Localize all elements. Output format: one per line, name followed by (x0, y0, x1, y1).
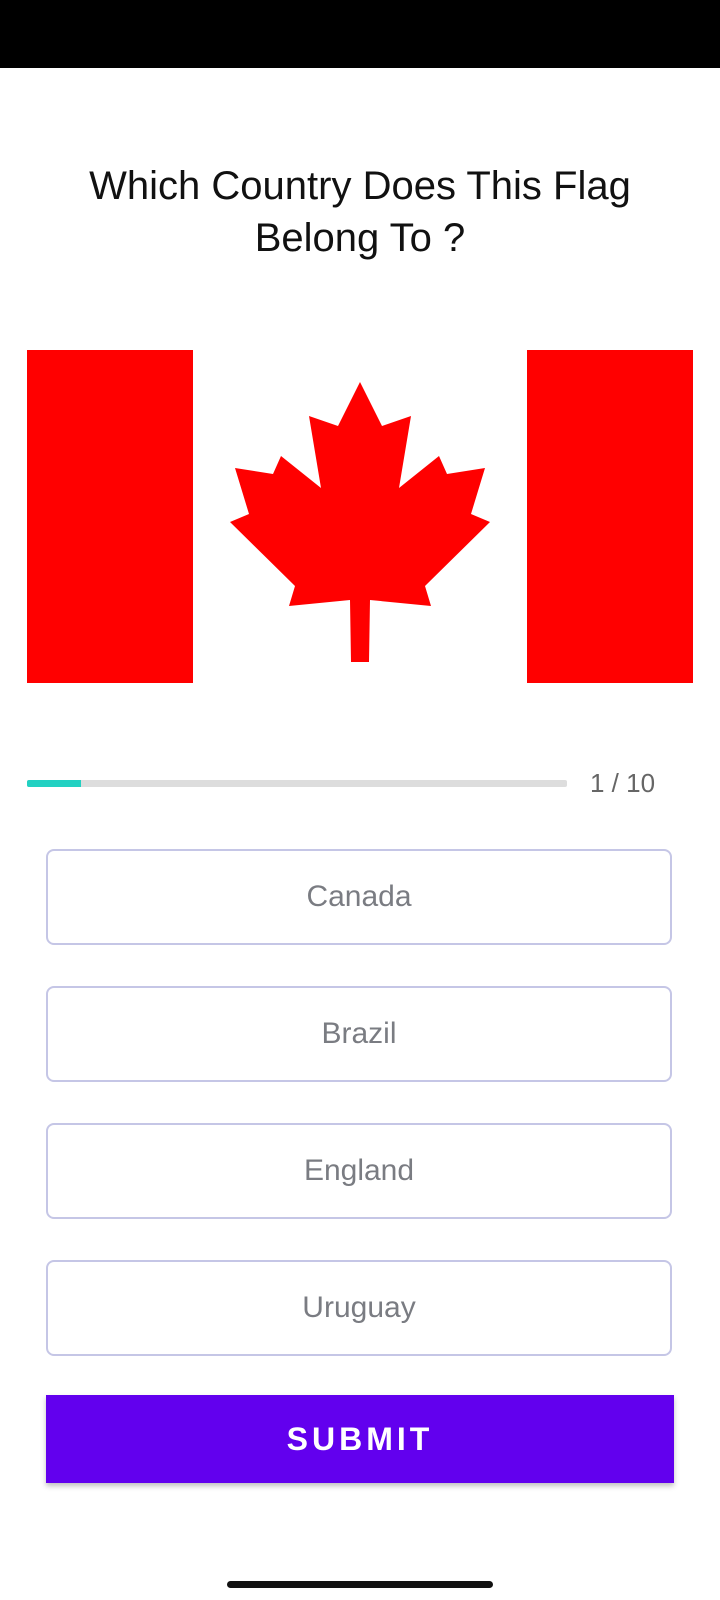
status-bar (0, 0, 720, 68)
option-uruguay[interactable]: Uruguay (46, 1260, 672, 1356)
progress-bar-fill (27, 780, 81, 787)
quiz-screen: Which Country Does This Flag Belong To ?… (0, 0, 720, 1600)
canada-flag-icon (27, 350, 693, 683)
progress-bar (27, 780, 567, 787)
option-england[interactable]: England (46, 1123, 672, 1219)
progress-label: 1 / 10 (590, 768, 656, 798)
home-indicator[interactable] (227, 1581, 493, 1588)
question-title: Which Country Does This Flag Belong To ? (89, 164, 631, 260)
option-brazil[interactable]: Brazil (46, 986, 672, 1082)
option-canada[interactable]: Canada (46, 849, 672, 945)
submit-button[interactable]: SUBMIT (46, 1395, 674, 1483)
